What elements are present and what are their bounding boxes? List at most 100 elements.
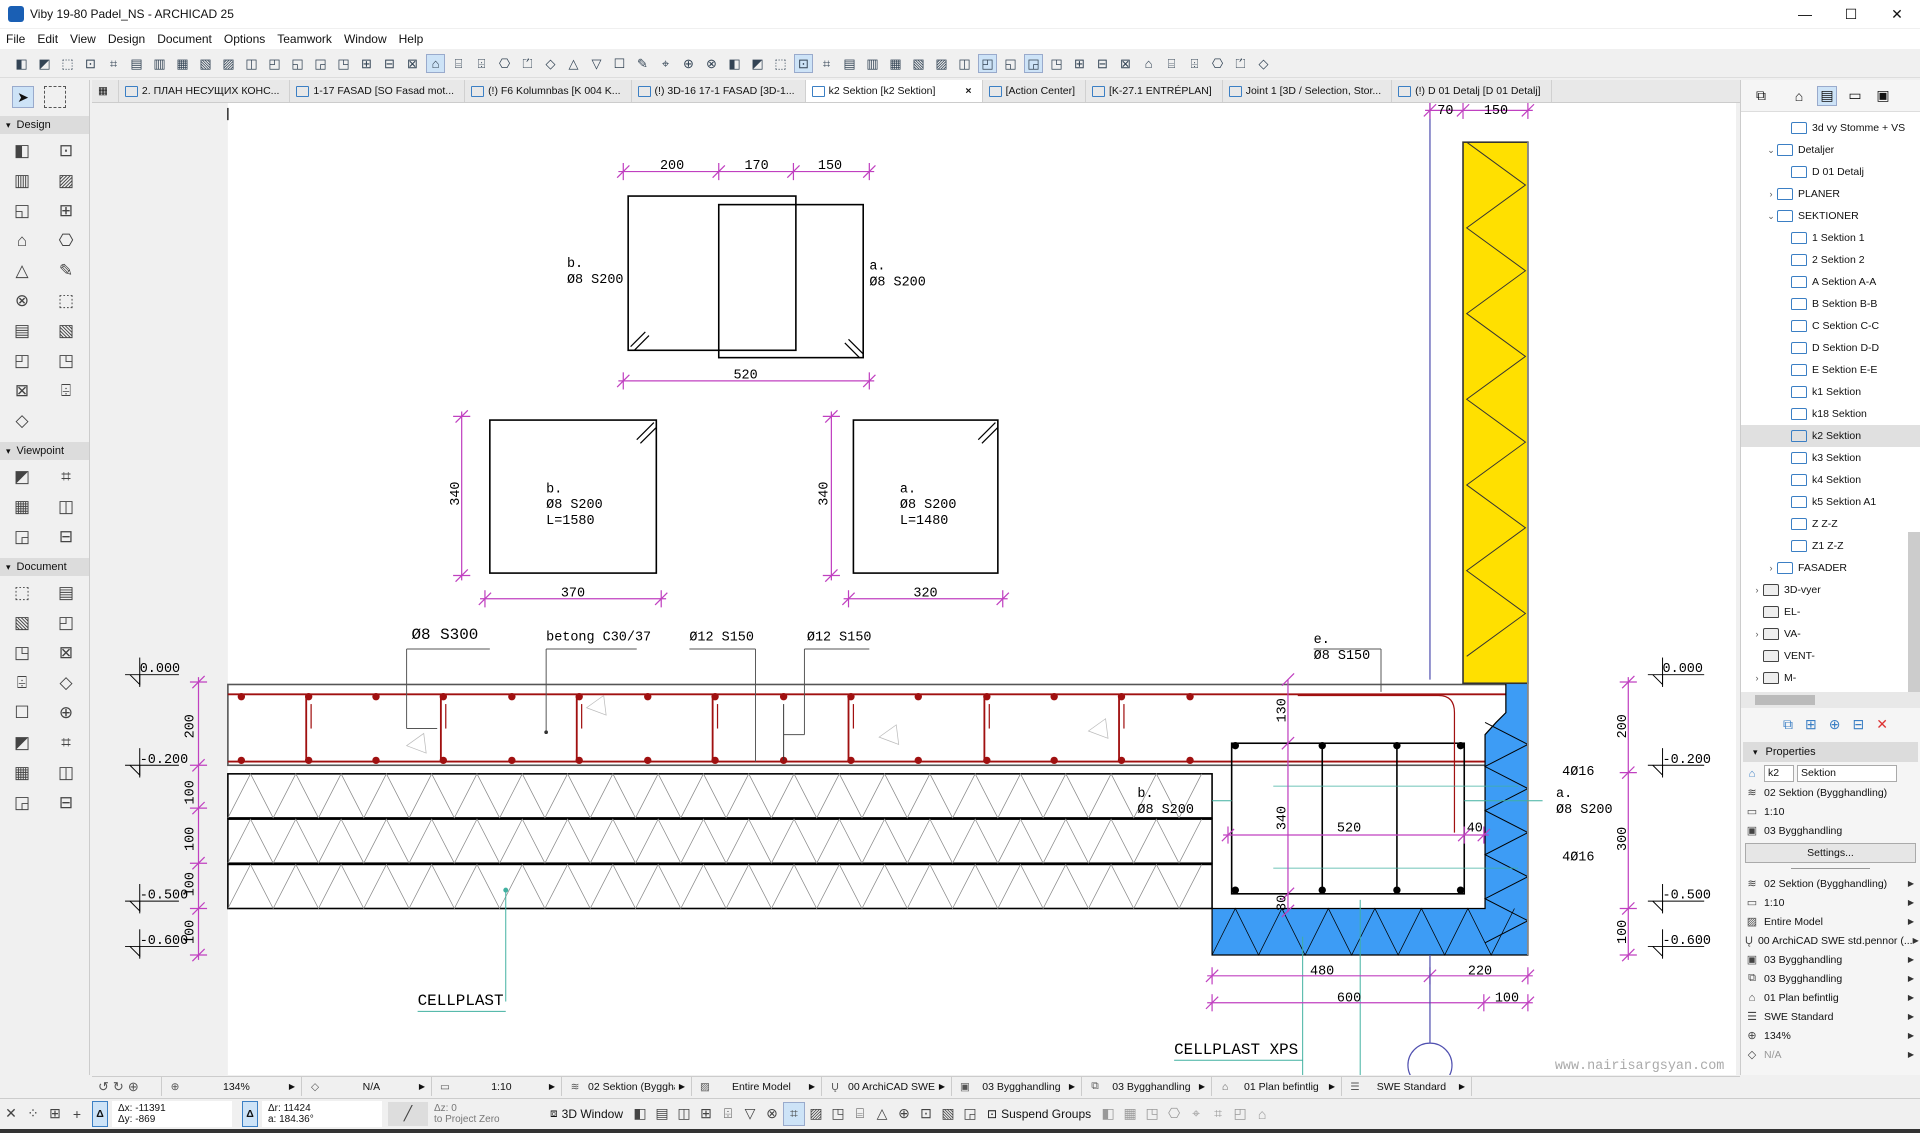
property-row[interactable]: ⧉ 03 Bygghandling ▶	[1741, 969, 1920, 988]
tab-8[interactable]: (!) D 01 Detalj [D 01 Detalj]	[1392, 80, 1552, 102]
curtain-wall-icon[interactable]: ▥	[863, 54, 882, 73]
zoom-in-icon[interactable]: ⊕	[128, 1079, 139, 1095]
property-row[interactable]: ◇ N/A ▶	[1741, 1045, 1920, 1064]
tree-item[interactable]: ⌄ SEKTIONER	[1741, 205, 1920, 227]
status-cell[interactable]: ⧉ 03 Bygghandling ▶	[1082, 1077, 1212, 1096]
status-cell[interactable]: ▭ 1:10 ▶	[432, 1077, 562, 1096]
door-tool-icon[interactable]: ⊗	[0, 286, 44, 316]
label-icon[interactable]: ▽	[587, 54, 606, 73]
line-icon[interactable]: ◲	[1024, 54, 1043, 73]
marquee-tool-icon[interactable]	[44, 86, 66, 108]
shell-tool-icon[interactable]: ⊞	[44, 196, 88, 226]
walk-icon[interactable]: ◫	[673, 1102, 695, 1126]
tree-item[interactable]: 2 Sektion 2	[1741, 249, 1920, 271]
zoom-forward-icon[interactable]: ↻	[113, 1079, 124, 1095]
tree-item[interactable]: C Sektion C-C	[1741, 315, 1920, 337]
arc-tool-icon[interactable]: ▦	[0, 758, 44, 788]
maximize-button[interactable]: ☐	[1828, 6, 1874, 23]
line-tool-icon[interactable]: ☐	[0, 698, 44, 728]
tree-item[interactable]: 1 Sektion 1	[1741, 227, 1920, 249]
magnet-icon[interactable]: ⌸	[1162, 54, 1181, 73]
tree-item[interactable]: D Sektion D-D	[1741, 337, 1920, 359]
tab-2[interactable]: (!) F6 Kolumnbas [K 004 K...	[465, 80, 632, 102]
snap-options-icon[interactable]: +	[66, 1102, 88, 1126]
horizontal-scrollbar[interactable]	[1741, 692, 1920, 708]
status-cell[interactable]: ⌂ 01 Plan befintlig ▶	[1212, 1077, 1342, 1096]
lock-all-icon[interactable]: ⌂	[1251, 1102, 1273, 1126]
polar-coords-toggle[interactable]: Δ	[242, 1100, 258, 1127]
spline-tool-icon[interactable]: ⌗	[44, 728, 88, 758]
fillet-icon[interactable]: ⌂	[426, 54, 445, 73]
dropdown-arrow-icon[interactable]: ▶	[1069, 1082, 1075, 1091]
intersect-icon[interactable]: ⊠	[403, 54, 422, 73]
skylight-tool-icon[interactable]: ⌂	[0, 226, 44, 256]
view-name-field[interactable]: Sektion	[1797, 765, 1897, 782]
tree-item[interactable]: › PLANER	[1741, 183, 1920, 205]
minimize-button[interactable]: —	[1782, 6, 1828, 23]
status-cell[interactable]: ≋ 02 Sektion (Bygghandli... ▶	[562, 1077, 692, 1096]
status-cell[interactable]: ☰ SWE Standard ▶	[1342, 1077, 1472, 1096]
properties-header[interactable]: Properties	[1743, 742, 1918, 762]
chevron-icon[interactable]: ›	[1751, 585, 1763, 595]
text-tool-icon[interactable]: ◳	[0, 638, 44, 668]
eraser-icon[interactable]: ◇	[1254, 54, 1273, 73]
delete-icon[interactable]: ✕	[1876, 716, 1888, 733]
arrow-select-tool-icon[interactable]: ➤	[12, 86, 34, 108]
status-cell[interactable]: ▣ 03 Bygghandling ▶	[952, 1077, 1082, 1096]
hotspot-tool-icon[interactable]: ⌹	[0, 668, 44, 698]
level-dimension-tool-icon[interactable]: ▧	[0, 608, 44, 638]
snap-special-icon[interactable]: ⁘	[22, 1102, 44, 1126]
corner-window-tool-icon[interactable]: ◇	[0, 406, 44, 436]
tab-4[interactable]: k2 Sektion [k2 Sektion] ×	[805, 80, 983, 102]
camera-icon[interactable]: △	[871, 1102, 893, 1126]
snap-guide-icon[interactable]: ▥	[150, 54, 169, 73]
fill-tool-icon[interactable]: ◇	[44, 668, 88, 698]
submenu-arrow-icon[interactable]: ▶	[1908, 993, 1914, 1002]
close-tab-icon[interactable]: ×	[965, 85, 971, 97]
menu-options[interactable]: Options	[224, 32, 265, 46]
zone-icon[interactable]: ◫	[955, 54, 974, 73]
navigator-menu-icon[interactable]: ⧉	[1751, 86, 1771, 106]
tab-0[interactable]: 2. ПЛАН НЕСУЩИХ КОНС...	[119, 80, 291, 102]
mark-icon[interactable]: ◲	[959, 1102, 981, 1126]
tree-item[interactable]: k2 Sektion	[1741, 425, 1920, 447]
object-icon[interactable]: ▧	[909, 54, 928, 73]
trace-icon[interactable]: ⊕	[679, 54, 698, 73]
submenu-arrow-icon[interactable]: ▶	[1913, 936, 1919, 945]
property-row[interactable]: ☰ SWE Standard ▶	[1741, 1007, 1920, 1026]
tree-item[interactable]: k18 Sektion	[1741, 403, 1920, 425]
layer-combo-icon[interactable]: ⊗	[761, 1102, 783, 1126]
property-row[interactable]: ▨ Entire Model ▶	[1741, 912, 1920, 931]
tree-item[interactable]: › 3D-vyer	[1741, 579, 1920, 601]
renovation-icon[interactable]: ▨	[805, 1102, 827, 1126]
mesh-tool-icon[interactable]: ◰	[0, 346, 44, 376]
tree-item[interactable]: Z Z-Z	[1741, 513, 1920, 535]
property-row[interactable]: ≋ 02 Sektion (Bygghandling) ▶	[1741, 874, 1920, 893]
send-back-icon[interactable]: ⎔	[1163, 1102, 1185, 1126]
line-direction-icon[interactable]: ╱	[388, 1101, 428, 1126]
menu-file[interactable]: File	[6, 32, 25, 46]
radial-dimension-tool-icon[interactable]: ▤	[44, 578, 88, 608]
magic-wand-icon[interactable]: ⌗	[104, 54, 123, 73]
menu-design[interactable]: Design	[108, 32, 145, 46]
tree-item[interactable]: › FASADER	[1741, 557, 1920, 579]
tab-5[interactable]: [Action Center]	[983, 80, 1087, 102]
menu-help[interactable]: Help	[399, 32, 424, 46]
dimension-tool-icon[interactable]: ⬚	[0, 578, 44, 608]
worksheet-icon[interactable]: ⬚	[771, 54, 790, 73]
chevron-icon[interactable]: ›	[1751, 629, 1763, 639]
section-3d-icon[interactable]: ⊡	[915, 1102, 937, 1126]
tree-item[interactable]: E Sektion E-E	[1741, 359, 1920, 381]
status-cell[interactable]: Ų 00 ArchiCAD SWE std.p... ▶	[822, 1077, 952, 1096]
syringe-icon[interactable]: ⊡	[81, 54, 100, 73]
tree-scrollbar[interactable]	[1908, 532, 1920, 692]
move-down-icon[interactable]: ▦	[1119, 1102, 1141, 1126]
tab-3[interactable]: (!) 3D-16 17-1 FASAD [3D-1...	[632, 80, 806, 102]
worksheet-tool-icon[interactable]: ◫	[44, 492, 88, 522]
lamp-icon[interactable]: ▨	[932, 54, 951, 73]
tree-item[interactable]: B Sektion B-B	[1741, 293, 1920, 315]
trace-icon[interactable]: ⌗	[783, 1101, 805, 1126]
chevron-icon[interactable]: ⌄	[1765, 211, 1777, 222]
suspend-groups-icon[interactable]: ◱	[288, 54, 307, 73]
status-cell[interactable]: ◇ N/A ▶	[302, 1077, 432, 1096]
